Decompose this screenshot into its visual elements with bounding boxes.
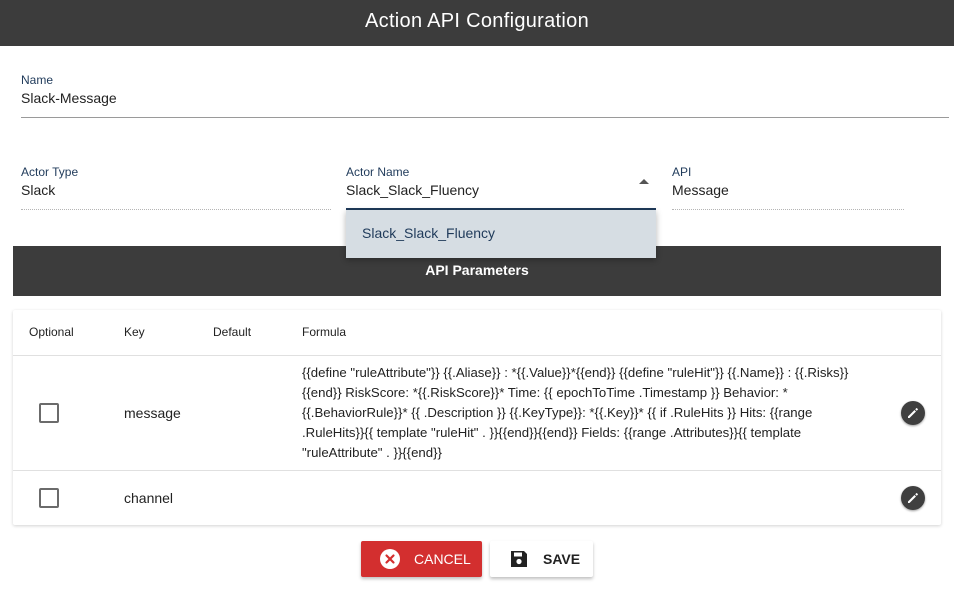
pencil-icon bbox=[908, 493, 918, 503]
parameters-table: Optional Key Default Formula message {{d… bbox=[13, 310, 941, 525]
column-header-optional: Optional bbox=[29, 325, 74, 339]
dropdown-option[interactable]: Slack_Slack_Fluency bbox=[346, 210, 656, 258]
page-title: Action API Configuration bbox=[365, 10, 589, 32]
column-header-formula: Formula bbox=[302, 325, 347, 339]
actor-type-label: Actor Type bbox=[21, 165, 79, 179]
api-underline bbox=[672, 209, 904, 210]
page-title-bar: Action API Configuration bbox=[0, 0, 954, 46]
actor-name-dropdown-menu: Slack_Slack_Fluency bbox=[346, 210, 656, 258]
api-label: API bbox=[672, 165, 692, 179]
name-field[interactable]: Slack-Message bbox=[21, 90, 117, 106]
floppy-disk-icon bbox=[511, 551, 527, 567]
column-header-default: Default bbox=[213, 325, 252, 339]
table-cell-key: channel bbox=[124, 490, 174, 506]
cancel-circle-icon bbox=[380, 549, 400, 569]
name-field-underline bbox=[21, 117, 949, 118]
caret-up-icon[interactable] bbox=[639, 179, 649, 184]
save-button[interactable]: SAVE bbox=[490, 541, 593, 577]
table-cell-formula: {{define "ruleAttribute"}} {{.Aliase}} :… bbox=[302, 365, 849, 460]
actor-type-underline bbox=[21, 209, 331, 210]
api-parameters-title: API Parameters bbox=[425, 262, 529, 278]
table-cell-key: message bbox=[124, 405, 181, 421]
actor-name-label: Actor Name bbox=[346, 165, 410, 179]
cancel-button-label: CANCEL bbox=[414, 551, 471, 567]
actor-type-field: Slack bbox=[21, 182, 56, 198]
optional-checkbox[interactable] bbox=[39, 488, 59, 508]
api-field: Message bbox=[672, 182, 729, 198]
edit-button[interactable] bbox=[901, 401, 925, 425]
actor-name-select[interactable]: Slack_Slack_Fluency bbox=[346, 182, 479, 198]
optional-checkbox[interactable] bbox=[39, 403, 59, 423]
header-divider bbox=[13, 355, 941, 356]
column-header-key: Key bbox=[124, 325, 145, 339]
cancel-button[interactable]: CANCEL bbox=[361, 541, 482, 577]
row-divider bbox=[13, 470, 941, 471]
save-button-label: SAVE bbox=[543, 551, 581, 567]
pencil-icon bbox=[908, 408, 918, 418]
name-label: Name bbox=[21, 73, 54, 87]
edit-button[interactable] bbox=[901, 486, 925, 510]
